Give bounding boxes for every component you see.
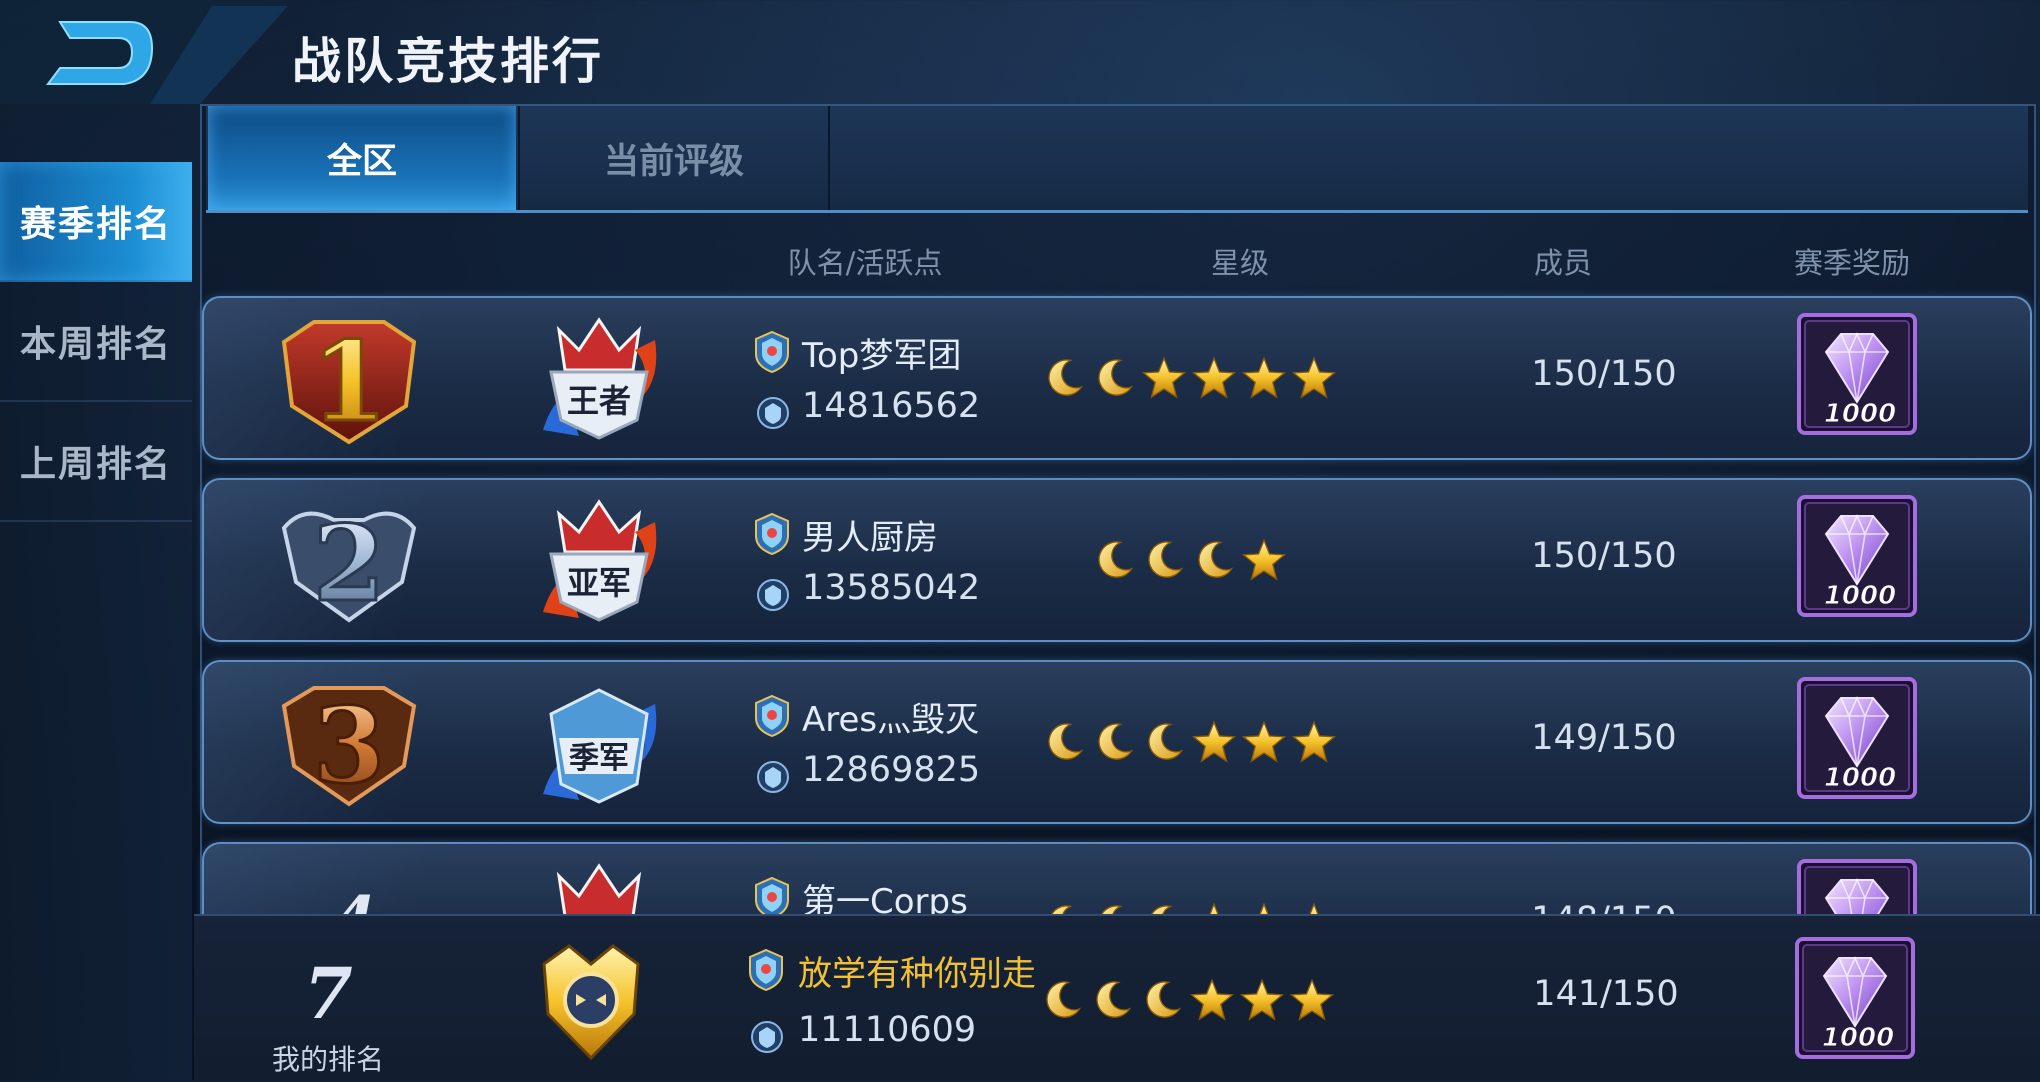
star-icon xyxy=(1242,356,1286,400)
reward-amount: 1000 xyxy=(1824,581,1896,611)
star-icon xyxy=(1242,538,1286,582)
rank-1-badge-icon: 1 xyxy=(281,316,417,448)
rank-number: 2 xyxy=(313,502,385,625)
my-team-tier-badge-icon xyxy=(542,944,640,1061)
diamond-reward-icon[interactable]: 1000 xyxy=(1796,494,1918,618)
star-icon xyxy=(1142,356,1186,400)
back-arrow-icon xyxy=(0,0,290,104)
reward-amount: 1000 xyxy=(1822,1023,1894,1053)
activity-points-icon xyxy=(750,1020,784,1054)
reward-amount: 1000 xyxy=(1824,763,1896,793)
moon-icon xyxy=(1042,356,1086,400)
tier-label: 王者 xyxy=(567,382,631,420)
moon-icon xyxy=(1092,356,1136,400)
moon-icon xyxy=(1142,720,1186,764)
star-icon xyxy=(1290,978,1334,1022)
reward-amount: 1000 xyxy=(1824,399,1896,429)
tab-bar: 全区 当前评级 xyxy=(206,106,2028,213)
rank-number: 1 xyxy=(311,317,388,446)
column-header-members: 成员 xyxy=(1533,246,1593,280)
column-header-reward: 赛季奖励 xyxy=(1793,246,1911,280)
tier-label: 亚军 xyxy=(567,564,631,602)
back-button[interactable] xyxy=(0,0,290,120)
tab-all-region[interactable]: 全区 xyxy=(208,106,516,210)
top-bar: 战队竞技排行 xyxy=(0,0,2040,110)
column-header-stars: 星级 xyxy=(1210,246,1270,280)
third-place-tier-badge-icon: 季军 xyxy=(543,688,657,804)
star-icon xyxy=(1192,720,1236,764)
sidebar: 赛季排名 本周排名 上周排名 xyxy=(0,160,192,1080)
moon-icon xyxy=(1042,720,1086,764)
team-emblem-icon xyxy=(746,948,786,992)
star-icon xyxy=(1192,356,1236,400)
member-count: 150/150 xyxy=(1531,536,1677,576)
moon-icon xyxy=(1092,538,1136,582)
my-rank-number: 7 xyxy=(304,952,353,1035)
moon-icon xyxy=(1142,538,1186,582)
tab-divider xyxy=(828,106,830,210)
ranking-row[interactable]: 1 王者 Top梦军团 14816562 150/150 1000 xyxy=(202,296,2032,460)
champion-tier-badge-icon: 王者 xyxy=(543,317,657,440)
diamond-reward-icon[interactable]: 1000 xyxy=(1794,936,1916,1060)
star-rating xyxy=(894,532,1484,588)
tab-current-rating[interactable]: 当前评级 xyxy=(520,106,828,210)
star-icon xyxy=(1242,720,1286,764)
star-icon xyxy=(1292,356,1336,400)
my-rank-label: 我的排名 xyxy=(272,1043,385,1076)
my-member-count: 141/150 xyxy=(1533,974,1679,1014)
runner-up-tier-badge-icon: 亚军 xyxy=(543,499,657,622)
rank-number: 3 xyxy=(313,684,385,807)
tier-label: 季军 xyxy=(569,741,629,776)
column-header-team: 队名/活跃点 xyxy=(787,246,943,280)
member-count: 149/150 xyxy=(1531,718,1677,758)
page-title: 战队竞技排行 xyxy=(292,33,605,90)
rank-3-badge-icon: 3 xyxy=(281,683,417,809)
sidebar-item-this-week-rank[interactable]: 本周排名 xyxy=(0,282,192,402)
my-star-rating xyxy=(892,972,1482,1028)
star-icon xyxy=(1190,978,1234,1022)
team-emblem-icon xyxy=(752,330,792,374)
moon-icon xyxy=(1092,720,1136,764)
star-rating xyxy=(894,350,1484,406)
star-icon xyxy=(1292,720,1336,764)
diamond-reward-icon[interactable]: 1000 xyxy=(1796,312,1918,436)
rank-2-badge-icon: 2 xyxy=(281,501,417,627)
moon-icon xyxy=(1090,978,1134,1022)
star-icon xyxy=(1240,978,1284,1022)
moon-icon xyxy=(1040,978,1084,1022)
ranking-row[interactable]: 2 亚军 男人厨房 13585042 150/150 1000 xyxy=(202,478,2032,642)
team-emblem-icon xyxy=(752,694,792,738)
moon-icon xyxy=(1192,538,1236,582)
sidebar-item-last-week-rank[interactable]: 上周排名 xyxy=(0,402,192,522)
activity-points-icon xyxy=(756,396,790,430)
team-emblem-icon xyxy=(752,512,792,556)
ranking-row[interactable]: 3 季军 Ares灬毁灭 12869825 149/150 1000 xyxy=(202,660,2032,824)
sidebar-item-season-rank[interactable]: 赛季排名 xyxy=(0,162,192,282)
moon-icon xyxy=(1140,978,1184,1022)
activity-points-icon xyxy=(756,578,790,612)
activity-points-icon xyxy=(756,760,790,794)
diamond-reward-icon[interactable]: 1000 xyxy=(1796,676,1918,800)
star-rating xyxy=(894,714,1484,770)
my-rank-bar[interactable]: 7 我的排名 放学有种你别走 11110609 141/150 1000 xyxy=(194,914,2040,1082)
member-count: 150/150 xyxy=(1531,354,1677,394)
